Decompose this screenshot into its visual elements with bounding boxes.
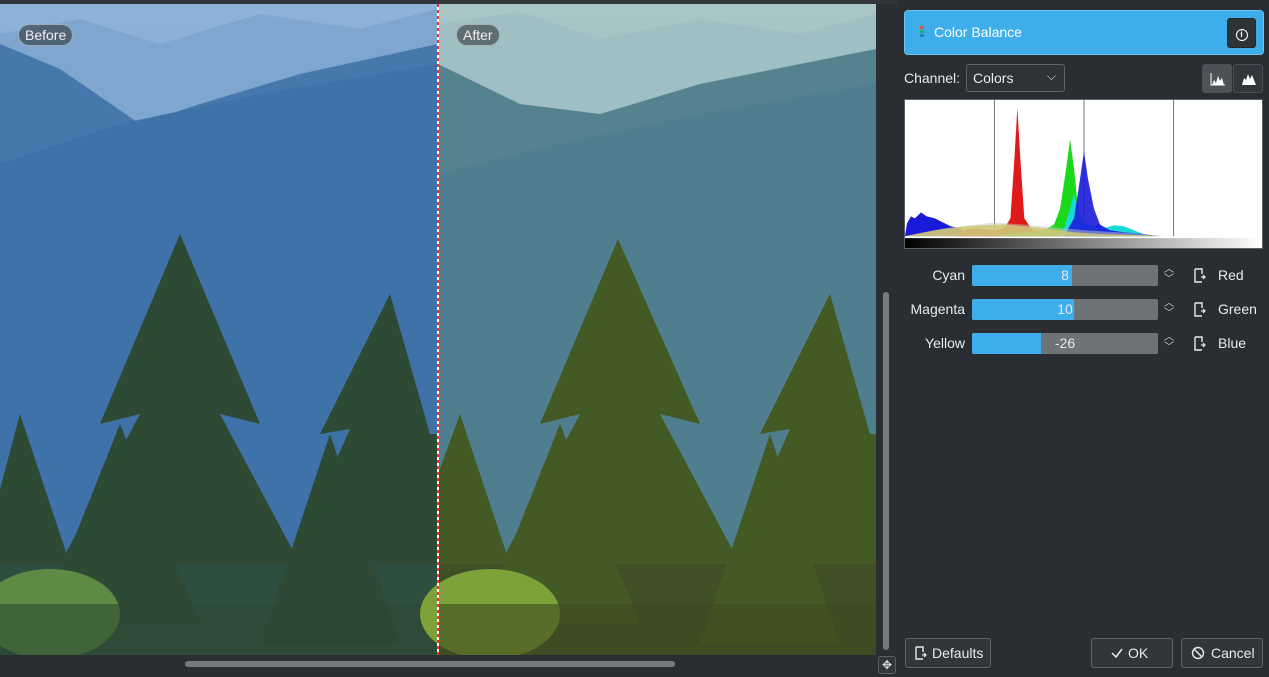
linear-histogram-icon	[1210, 73, 1225, 86]
vertical-scroll-thumb[interactable]	[883, 292, 889, 650]
channel-label: Channel:	[904, 70, 961, 86]
yellow-blue-reset-icon[interactable]	[1193, 336, 1207, 351]
magenta-label: Magenta	[910, 301, 965, 317]
logarithmic-histogram-button[interactable]	[1233, 64, 1263, 93]
chevron-down-icon: ⌵	[1046, 69, 1056, 83]
ok-button[interactable]: OK	[1091, 638, 1173, 668]
cyan-red-row: Cyan 8 ︿ ﹀ Red	[897, 265, 1269, 287]
cyan-label: Cyan	[932, 267, 965, 283]
cyan-red-value: 8	[1061, 267, 1069, 283]
magenta-green-value: 10	[1057, 301, 1073, 317]
yellow-blue-value: -26	[1054, 335, 1076, 351]
settings-panel: Color Balance i Channel: Colors ⌵ Cyan 8…	[897, 0, 1269, 677]
horizontal-scrollbar[interactable]	[0, 655, 876, 677]
after-image	[420, 4, 876, 655]
cyan-red-slider[interactable]: 8	[972, 265, 1158, 286]
blue-label: Blue	[1218, 335, 1247, 351]
info-button[interactable]: i	[1227, 18, 1256, 48]
vertical-scrollbar[interactable]	[876, 4, 897, 655]
color-balance-icon	[920, 26, 924, 37]
defaults-label: Defaults	[932, 645, 984, 661]
green-label: Green	[1218, 301, 1257, 317]
navigator-move-icon[interactable]: ✥	[878, 656, 896, 674]
info-icon: i	[1235, 29, 1248, 41]
magenta-green-row: Magenta 10 ︿ ﹀ Green	[897, 299, 1269, 321]
cyan-red-spin-buttons[interactable]: ︿ ﹀	[1162, 265, 1176, 286]
after-label: After	[456, 24, 500, 46]
magenta-green-spin-buttons[interactable]: ︿ ﹀	[1162, 299, 1176, 320]
yellow-blue-slider[interactable]: -26	[972, 333, 1158, 354]
before-image	[0, 4, 438, 655]
cyan-red-reset-icon[interactable]	[1193, 268, 1207, 283]
defaults-button[interactable]: Defaults	[905, 638, 991, 668]
before-label: Before	[18, 24, 74, 46]
channel-select[interactable]: Colors ⌵	[966, 64, 1065, 92]
yellow-blue-row: Yellow -26 ︿ ﹀ Blue	[897, 333, 1269, 355]
tool-title: Color Balance	[934, 24, 1022, 40]
cancel-icon	[1191, 646, 1205, 660]
cancel-label: Cancel	[1211, 645, 1255, 661]
split-divider-handle[interactable]	[437, 4, 439, 655]
logarithmic-histogram-icon	[1242, 74, 1256, 85]
linear-histogram-button[interactable]	[1202, 64, 1232, 93]
yellow-blue-spin-buttons[interactable]: ︿ ﹀	[1162, 333, 1176, 354]
channel-select-value: Colors	[973, 70, 1014, 86]
horizontal-scroll-thumb[interactable]	[185, 661, 675, 667]
yellow-label: Yellow	[925, 335, 965, 351]
color-balance-dialog: Before After ✥ Color Balance i Channel: …	[0, 0, 1269, 677]
ok-label: OK	[1128, 645, 1149, 661]
red-label: Red	[1218, 267, 1244, 283]
histogram	[904, 99, 1263, 249]
reset-document-icon	[915, 646, 927, 660]
magenta-green-reset-icon[interactable]	[1193, 302, 1207, 317]
checkmark-icon	[1111, 648, 1123, 659]
magenta-green-slider[interactable]: 10	[972, 299, 1158, 320]
cancel-button[interactable]: Cancel	[1181, 638, 1263, 668]
tool-header: Color Balance i	[904, 10, 1264, 55]
